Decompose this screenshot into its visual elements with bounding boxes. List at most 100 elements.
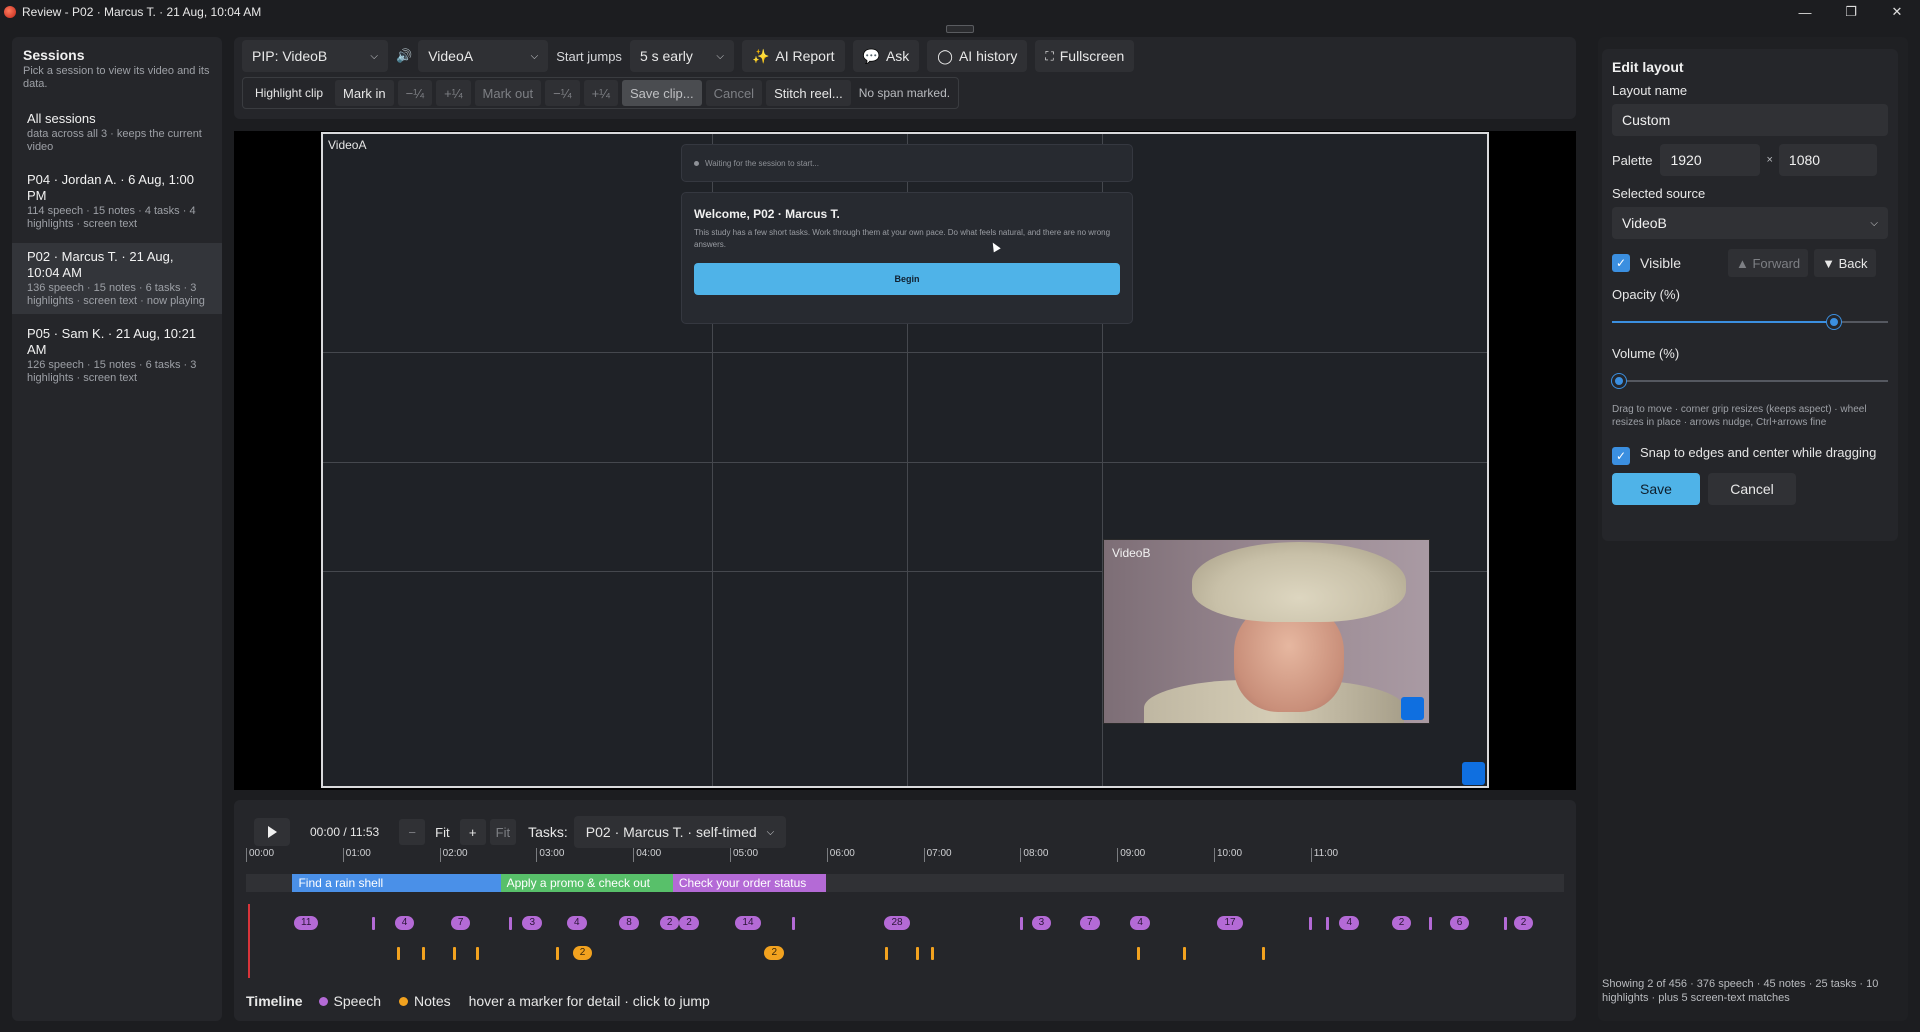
tasks-select[interactable]: P02 · Marcus T. · self-timed ⌵ <box>573 816 787 848</box>
fit-button[interactable]: Fit <box>429 819 455 845</box>
timeline-ruler[interactable]: 00:00 01:00 02:00 03:00 04:00 05:00 06:00 07:00… <box>246 848 1564 864</box>
chevron-down-icon: ⌵ <box>716 50 724 62</box>
session-item-all[interactable]: All sessions data across all 3 · keeps t… <box>12 105 222 160</box>
forward-button[interactable]: ▲ Forward <box>1728 249 1809 277</box>
mark-in-plus-button[interactable]: +¼ <box>436 80 471 106</box>
speech-marker-cluster[interactable]: 2 <box>1513 916 1534 930</box>
speech-marker-cluster[interactable]: 4 <box>1130 916 1150 930</box>
speech-marker[interactable] <box>1326 917 1330 930</box>
maximize-button[interactable]: ❐ <box>1828 0 1874 24</box>
note-marker[interactable] <box>931 947 935 960</box>
mark-out-minus-button[interactable]: −¼ <box>545 80 580 106</box>
volume-slider[interactable] <box>1612 373 1888 389</box>
ruler-tick: 01:00 <box>342 848 371 862</box>
layout-name-input[interactable]: Custom <box>1612 104 1888 136</box>
mark-in-button[interactable]: Mark in <box>335 80 394 106</box>
save-clip-button[interactable]: Save clip... <box>622 80 702 106</box>
stitch-reel-button[interactable]: Stitch reel... <box>766 80 851 106</box>
speech-marker[interactable] <box>509 917 513 930</box>
speech-marker-cluster[interactable]: 11 <box>294 916 319 930</box>
panel-drag-handle[interactable] <box>946 25 974 33</box>
speech-marker[interactable] <box>791 917 795 930</box>
speech-marker[interactable] <box>1308 917 1312 930</box>
speech-marker[interactable] <box>1428 917 1432 930</box>
note-marker[interactable] <box>476 947 480 960</box>
opacity-slider[interactable] <box>1612 314 1888 330</box>
pip-videob[interactable]: VideoB <box>1103 539 1430 724</box>
audio-source-select[interactable]: VideoA ⌵ <box>418 40 549 72</box>
speech-marker[interactable] <box>1020 917 1024 930</box>
note-marker-cluster[interactable]: 2 <box>764 946 785 960</box>
slider-track <box>1612 380 1888 382</box>
speech-marker-cluster[interactable]: 8 <box>619 916 639 930</box>
sessions-subtitle: Pick a session to view its video and its… <box>23 65 210 90</box>
speech-marker[interactable] <box>371 917 375 930</box>
task-bar[interactable]: Check your order status <box>672 874 826 892</box>
save-button[interactable]: Save <box>1612 473 1700 505</box>
opacity-thumb[interactable] <box>1827 315 1841 329</box>
ai-history-button[interactable]: ◯ AI history <box>927 40 1028 72</box>
speech-marker-cluster[interactable]: 4 <box>566 916 587 930</box>
mark-out-plus-button[interactable]: +¼ <box>583 80 618 106</box>
speech-marker-cluster[interactable]: 7 <box>1080 916 1100 930</box>
note-marker[interactable] <box>915 947 919 960</box>
note-marker[interactable] <box>397 947 400 960</box>
note-marker[interactable] <box>422 947 426 960</box>
ask-button[interactable]: 💬 Ask <box>852 40 920 72</box>
note-marker[interactable] <box>1183 947 1187 960</box>
task-track[interactable]: Find a rain shell Apply a promo & check o… <box>246 874 1564 892</box>
speech-marker-cluster[interactable]: 6 <box>1449 916 1470 930</box>
speech-marker-cluster[interactable]: 17 <box>1217 916 1243 930</box>
minimize-button[interactable]: — <box>1782 0 1828 24</box>
note-marker[interactable] <box>453 947 457 960</box>
selected-source-select[interactable]: VideoB ⌵ <box>1612 207 1888 239</box>
note-marker[interactable] <box>1136 947 1140 960</box>
session-item-p02[interactable]: P02 · Marcus T. · 21 Aug, 10:04 AM 136 s… <box>12 243 222 314</box>
speech-marker[interactable] <box>1504 917 1508 930</box>
note-marker[interactable] <box>1262 947 1266 960</box>
canvas-resize-grip[interactable] <box>1462 762 1485 785</box>
back-button[interactable]: ▼ Back <box>1814 249 1876 277</box>
speech-marker-cluster[interactable]: 3 <box>522 916 543 930</box>
speech-marker-cluster[interactable]: 14 <box>735 916 761 930</box>
palette-height-input[interactable]: 1080 <box>1778 144 1877 176</box>
fullscreen-button[interactable]: ⛶ Fullscreen <box>1035 40 1135 72</box>
speech-marker-cluster[interactable]: 7 <box>450 916 471 930</box>
start-jumps-select[interactable]: 5 s early ⌵ <box>629 40 734 72</box>
session-item-p04[interactable]: P04 · Jordan A. · 6 Aug, 1:00 PM 114 spe… <box>12 166 222 237</box>
volume-thumb[interactable] <box>1612 374 1626 388</box>
fit-dim-button[interactable]: Fit <box>489 819 517 845</box>
snap-checkbox[interactable]: ✓ <box>1612 447 1630 465</box>
ruler-tick: 11:00 <box>1310 848 1338 862</box>
mark-out-button[interactable]: Mark out <box>474 80 542 106</box>
note-marker[interactable] <box>884 947 888 960</box>
speech-marker-cluster[interactable]: 2 <box>659 916 680 930</box>
speech-marker-cluster[interactable]: 2 <box>679 916 699 930</box>
speech-marker-cluster[interactable]: 3 <box>1031 916 1052 930</box>
close-button[interactable]: ✕ <box>1874 0 1920 24</box>
speech-marker-cluster[interactable]: 4 <box>1339 916 1360 930</box>
note-marker[interactable] <box>555 947 559 960</box>
clip-controls: Highlight clip Mark in −¼ +¼ Mark out −¼… <box>242 77 960 109</box>
pip-resize-grip[interactable] <box>1401 697 1424 720</box>
zoom-in-button[interactable]: + <box>459 819 486 845</box>
note-marker-cluster[interactable]: 2 <box>572 946 593 960</box>
pip-select[interactable]: PIP: VideoB ⌵ <box>242 40 388 72</box>
speech-marker-cluster[interactable]: 4 <box>394 916 415 930</box>
play-button[interactable] <box>254 818 290 846</box>
palette-width-input[interactable]: 1920 <box>1660 144 1761 176</box>
task-bar[interactable]: Apply a promo & check out <box>500 874 673 892</box>
speech-marker-cluster[interactable]: 28 <box>884 916 910 930</box>
chevron-down-icon: ⌵ <box>370 50 378 62</box>
layout-canvas[interactable]: VideoA Waiting for the session to start.… <box>321 132 1489 788</box>
window-title: Review - P02 · Marcus T. · 21 Aug, 10:04… <box>22 5 262 19</box>
session-item-p05[interactable]: P05 · Sam K. · 21 Aug, 10:21 AM 126 spee… <box>12 320 222 391</box>
cancel-button[interactable]: Cancel <box>1708 473 1796 505</box>
speech-marker-cluster[interactable]: 2 <box>1391 916 1412 930</box>
ai-report-button[interactable]: ✨ AI Report <box>741 40 845 72</box>
visible-checkbox[interactable]: ✓ <box>1612 254 1630 272</box>
task-bar[interactable]: Find a rain shell <box>292 874 501 892</box>
mark-in-minus-button[interactable]: −¼ <box>397 80 433 106</box>
cancel-clip-button[interactable]: Cancel <box>705 80 763 106</box>
zoom-out-button[interactable]: − <box>399 819 426 845</box>
